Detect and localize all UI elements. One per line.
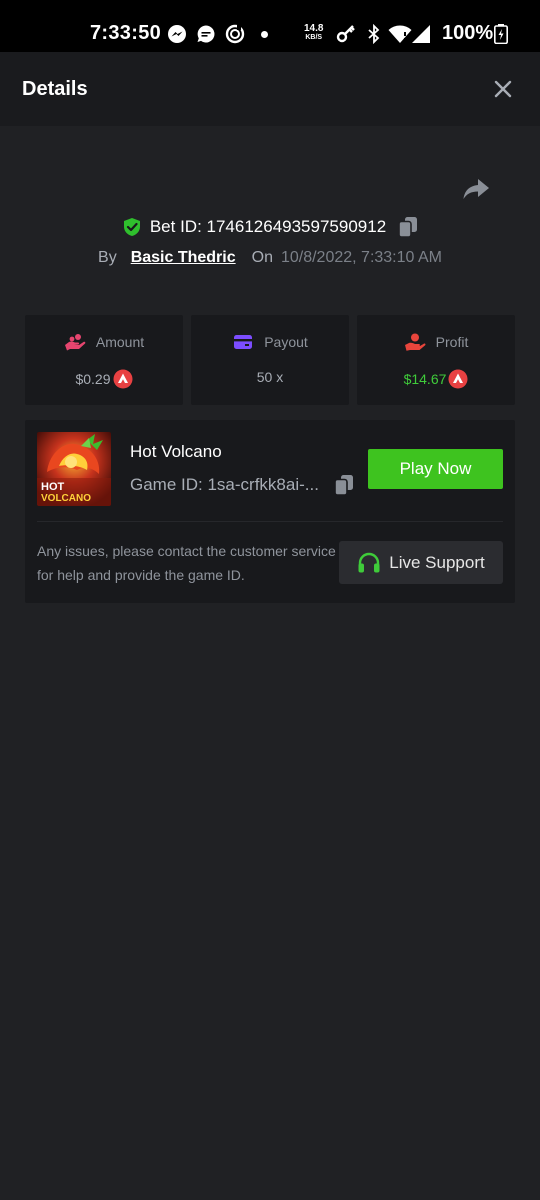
support-notice: Any issues, please contact the customer … (37, 543, 336, 583)
bet-meta-row: By Basic Thedric On 10/8/2022, 7:33:10 A… (0, 246, 540, 270)
on-label: On (251, 249, 273, 266)
live-support-label: Live Support (389, 552, 485, 572)
copy-icon[interactable] (334, 474, 354, 496)
wifi-icon (388, 25, 412, 43)
headset-icon (358, 552, 380, 572)
profit-value: $14.67 (403, 371, 447, 387)
chat-icon (197, 25, 215, 43)
dot-icon (261, 31, 268, 38)
page-title: Details (22, 78, 88, 100)
messenger-icon (168, 25, 186, 43)
card-icon (234, 335, 253, 349)
signal-icon (412, 25, 430, 43)
share-icon[interactable] (462, 176, 490, 202)
payout-card: Payout 50 x (191, 315, 349, 405)
game-id: Game ID: 1sa-crfkk8ai-... (130, 475, 319, 494)
bettor-username-link[interactable]: Basic Thedric (131, 249, 236, 267)
amount-label: Amount (95, 334, 145, 350)
payout-label: Payout (264, 334, 308, 350)
app-icon (225, 24, 245, 44)
thumb-title-line1: HOT (41, 481, 65, 493)
bet-id: Bet ID: 1746126493597590912 (149, 217, 387, 236)
copy-icon[interactable] (398, 216, 418, 238)
payout-value-row: 50 x (191, 369, 349, 385)
bet-id-row: Bet ID: 1746126493597590912 (0, 214, 540, 240)
bluetooth-icon (368, 24, 380, 44)
game-name: Hot Volcano (130, 442, 222, 461)
profit-card: Profit $14.67 (357, 315, 515, 405)
amount-value-row: $0.29 (25, 369, 183, 389)
key-icon (336, 25, 355, 43)
payout-header: Payout (191, 333, 349, 351)
profit-header: Profit (357, 333, 515, 351)
close-icon[interactable] (490, 76, 516, 102)
net-speed-unit: KB/S (305, 34, 323, 41)
amount-value: $0.29 (75, 371, 111, 387)
game-thumbnail[interactable]: HOT VOLCANO (37, 432, 111, 506)
avax-coin-icon (113, 369, 133, 389)
divider (37, 521, 503, 522)
amount-header: Amount (25, 333, 183, 351)
play-now-button[interactable]: Play Now (368, 449, 503, 489)
battery-charging-icon (494, 24, 508, 44)
thumb-title-line2: VOLCANO (41, 493, 91, 504)
bet-date: 10/8/2022, 7:33:10 AM (280, 249, 442, 266)
status-bar: 7:33:50 14.8 KB/S 100% (0, 0, 540, 52)
status-time: 7:33:50 (90, 22, 162, 44)
hand-coins-icon (64, 334, 86, 351)
details-header: Details (0, 52, 540, 126)
game-card: HOT VOLCANO Hot Volcano Game ID: 1sa-crf… (25, 420, 515, 603)
by-label: By (98, 249, 117, 266)
live-support-button[interactable]: Live Support (339, 541, 503, 584)
battery-percent: 100% (442, 22, 494, 44)
profit-hand-icon (404, 333, 426, 351)
shield-check-icon (123, 218, 140, 236)
avax-coin-icon (448, 369, 468, 389)
profit-value-row: $14.67 (357, 369, 515, 389)
bet-details-screen: 7:33:50 14.8 KB/S 100% Details Bet ID: 1… (0, 0, 540, 1200)
amount-card: Amount $0.29 (25, 315, 183, 405)
payout-value: 50 x (256, 369, 284, 385)
profit-label: Profit (435, 334, 469, 350)
net-speed: 14.8 KB/S (304, 24, 323, 42)
